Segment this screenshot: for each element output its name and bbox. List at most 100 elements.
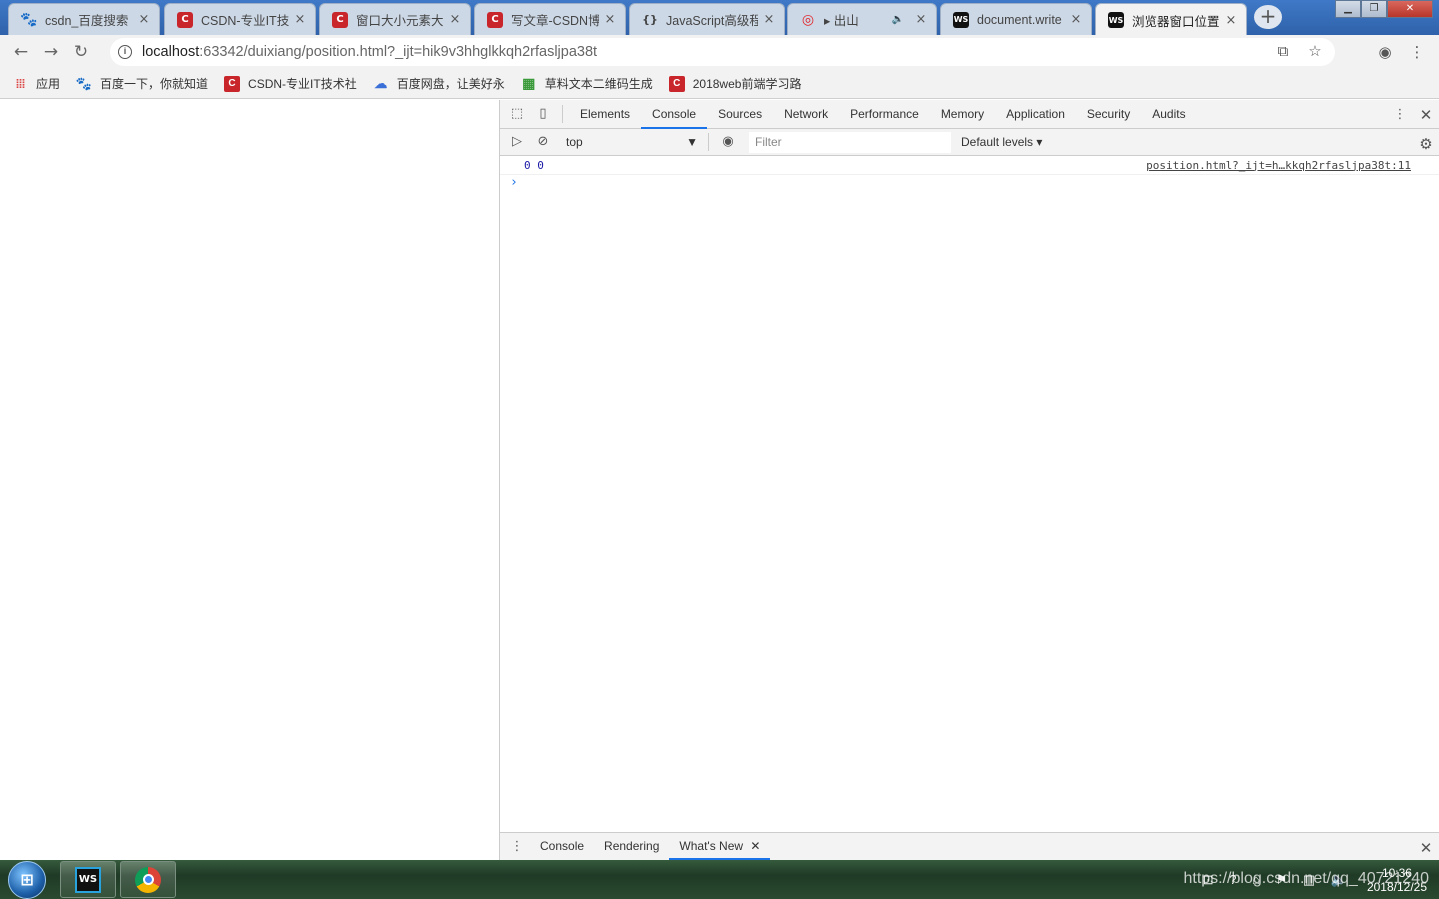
eye-icon[interactable]: ◉ bbox=[715, 131, 741, 153]
sidebar-toggle-icon[interactable]: ▷ bbox=[504, 131, 530, 153]
csdn-icon: C bbox=[487, 11, 503, 28]
devtools-menu-kebab-icon[interactable]: ⋮ bbox=[1387, 104, 1413, 126]
code-icon: {} bbox=[642, 13, 658, 26]
bookmark-label: 应用 bbox=[36, 77, 61, 91]
dropdown-arrow-icon: ▼ bbox=[686, 135, 698, 149]
close-icon[interactable]: × bbox=[914, 12, 928, 27]
tab-window-size[interactable]: C 窗口大小元素大小 × bbox=[319, 3, 471, 35]
chrome-icon bbox=[135, 866, 161, 893]
devtools-close-icon[interactable]: ✕ bbox=[1413, 104, 1439, 126]
divider bbox=[562, 105, 563, 123]
tab-write-article[interactable]: C 写文章-CSDN博 × bbox=[474, 3, 626, 35]
tab-audits[interactable]: Audits bbox=[1141, 100, 1196, 129]
new-tab-button[interactable]: + bbox=[1254, 5, 1282, 29]
bookmark-baidu[interactable]: 🐾 百度一下，你就知道 bbox=[76, 75, 208, 92]
tab-application[interactable]: Application bbox=[995, 100, 1076, 129]
close-icon[interactable]: × bbox=[762, 12, 776, 27]
console-source-link[interactable]: position.html?_ijt=h…kkqh2rfasljpa38t:11 bbox=[1146, 159, 1411, 172]
watermark-text: https://blog.csdn.net/qq_40721240 bbox=[1183, 870, 1429, 887]
tab-title: 窗口大小元素大小 bbox=[356, 14, 444, 28]
inspect-element-icon[interactable]: ⬚ bbox=[504, 103, 530, 125]
tab-title: ▸ 出山 bbox=[824, 14, 859, 28]
csdn-icon: C bbox=[332, 11, 348, 28]
address-bar[interactable]: i localhost:63342/duixiang/position.html… bbox=[110, 38, 1335, 66]
drawer-tab-console[interactable]: Console bbox=[530, 833, 594, 860]
devtools-actions: ⋮ ✕ bbox=[1387, 100, 1439, 129]
bookmark-csdn[interactable]: C CSDN-专业IT技术社 bbox=[224, 75, 357, 92]
info-icon[interactable]: i bbox=[118, 45, 132, 59]
tab-performance[interactable]: Performance bbox=[839, 100, 930, 129]
close-icon[interactable]: × bbox=[1069, 12, 1083, 27]
console-prompt[interactable]: › bbox=[500, 175, 1439, 195]
qr-icon: ▦ bbox=[522, 75, 536, 91]
divider bbox=[708, 133, 709, 151]
bookmark-apps[interactable]: ⁞⁞⁞ 应用 bbox=[12, 75, 61, 92]
tab-window-position[interactable]: WS 浏览器窗口位置 × bbox=[1095, 3, 1247, 36]
drawer-tab-rendering[interactable]: Rendering bbox=[594, 833, 669, 860]
clear-console-icon[interactable]: ⊘ bbox=[530, 131, 556, 153]
console-settings: ⚙ bbox=[1413, 129, 1439, 158]
gear-icon[interactable]: ⚙ bbox=[1413, 133, 1439, 155]
tab-title: CSDN-专业IT技 bbox=[201, 14, 289, 28]
bookmark-qr[interactable]: ▦ 草料文本二维码生成 bbox=[521, 75, 653, 92]
tab-javascript[interactable]: {} JavaScript高级程 × bbox=[629, 3, 785, 35]
menu-kebab-icon[interactable]: ⋮ bbox=[1401, 41, 1433, 63]
log-levels-dropdown[interactable]: Default levels ▾ bbox=[961, 135, 1042, 149]
cloud-icon: ☁ bbox=[374, 75, 388, 91]
tab-sources[interactable]: Sources bbox=[707, 100, 773, 129]
drawer-menu-kebab-icon[interactable]: ⋮ bbox=[504, 836, 530, 858]
tab-strip: 🐾 csdn_百度搜索 × C CSDN-专业IT技 × C 窗口大小元素大小 … bbox=[0, 0, 1439, 36]
apps-icon: ⁞⁞⁞ bbox=[15, 76, 26, 91]
tab-elements[interactable]: Elements bbox=[569, 100, 641, 129]
webstorm-icon: WS bbox=[953, 11, 969, 28]
bookmark-star-icon[interactable]: ☆ bbox=[1299, 41, 1331, 63]
music-icon: ◎ bbox=[801, 11, 815, 28]
start-button[interactable]: ⊞ bbox=[8, 860, 46, 899]
drawer-close-icon[interactable]: ✕ bbox=[1413, 837, 1439, 859]
tab-network[interactable]: Network bbox=[773, 100, 839, 129]
bookmark-web-2018[interactable]: C 2018web前端学习路 bbox=[668, 75, 802, 92]
taskbar-webstorm[interactable]: WS bbox=[60, 861, 116, 898]
browser-toolbar: ← → ↻ i localhost:63342/duixiang/positio… bbox=[0, 35, 1439, 69]
devtools-panel: ⬚ ▯ Elements Console Sources Network Per… bbox=[500, 100, 1439, 860]
close-icon[interactable]: × bbox=[1224, 13, 1238, 28]
tab-csdn-baidu[interactable]: 🐾 csdn_百度搜索 × bbox=[8, 3, 160, 35]
device-toolbar-icon[interactable]: ▯ bbox=[530, 103, 556, 125]
tab-memory[interactable]: Memory bbox=[930, 100, 995, 129]
close-icon[interactable]: × bbox=[603, 12, 617, 27]
close-icon[interactable]: × bbox=[448, 12, 462, 27]
devtools-tabbar: ⬚ ▯ Elements Console Sources Network Per… bbox=[500, 100, 1439, 129]
close-icon[interactable]: × bbox=[293, 12, 307, 27]
tab-console[interactable]: Console bbox=[641, 100, 708, 129]
window-close-button[interactable]: ✕ bbox=[1387, 0, 1433, 18]
taskbar-chrome[interactable] bbox=[120, 861, 176, 898]
devtools-drawer: ⋮ Console Rendering What's New ✕ ✕ bbox=[500, 832, 1439, 860]
back-arrow-icon[interactable]: ← bbox=[6, 37, 36, 67]
webstorm-icon: WS bbox=[1108, 12, 1124, 28]
speaker-icon[interactable]: 🔈 bbox=[892, 14, 904, 25]
tab-music[interactable]: ◎ ▸ 出山 🔈 × bbox=[787, 3, 937, 35]
translate-icon[interactable]: ⧉ bbox=[1267, 41, 1299, 63]
url-host: localhost bbox=[142, 44, 200, 60]
bookmarks-bar: ⁞⁞⁞ 应用 🐾 百度一下，你就知道 C CSDN-专业IT技术社 ☁ 百度网盘… bbox=[0, 69, 1439, 99]
page-viewport[interactable] bbox=[0, 100, 500, 860]
csdn-icon: C bbox=[668, 75, 685, 92]
tab-security[interactable]: Security bbox=[1076, 100, 1141, 129]
drawer-tab-label: What's New bbox=[679, 839, 744, 853]
tab-document-write[interactable]: WS document.write × bbox=[940, 3, 1092, 35]
reload-icon[interactable]: ↻ bbox=[66, 37, 96, 67]
window-controls: ▁ ❐ ✕ bbox=[1335, 0, 1433, 18]
forward-arrow-icon[interactable]: → bbox=[36, 37, 66, 67]
bookmark-label: 2018web前端学习路 bbox=[692, 77, 802, 91]
minimize-button[interactable]: ▁ bbox=[1335, 0, 1361, 18]
drawer-tab-whats-new[interactable]: What's New ✕ bbox=[669, 833, 771, 860]
console-filter-input[interactable]: Filter bbox=[749, 131, 951, 153]
tab-csdn-home[interactable]: C CSDN-专业IT技 × bbox=[164, 3, 316, 35]
close-icon[interactable]: × bbox=[137, 12, 151, 27]
profile-icon[interactable]: ◉ bbox=[1369, 41, 1401, 63]
maximize-button[interactable]: ❐ bbox=[1361, 0, 1387, 18]
url-path: :63342/duixiang/position.html?_ijt=hik9v… bbox=[199, 44, 598, 60]
context-selector[interactable]: top ▼ bbox=[562, 132, 702, 152]
bookmark-baidu-pan[interactable]: ☁ 百度网盘，让美好永 bbox=[373, 75, 505, 92]
close-icon[interactable]: ✕ bbox=[750, 839, 760, 853]
